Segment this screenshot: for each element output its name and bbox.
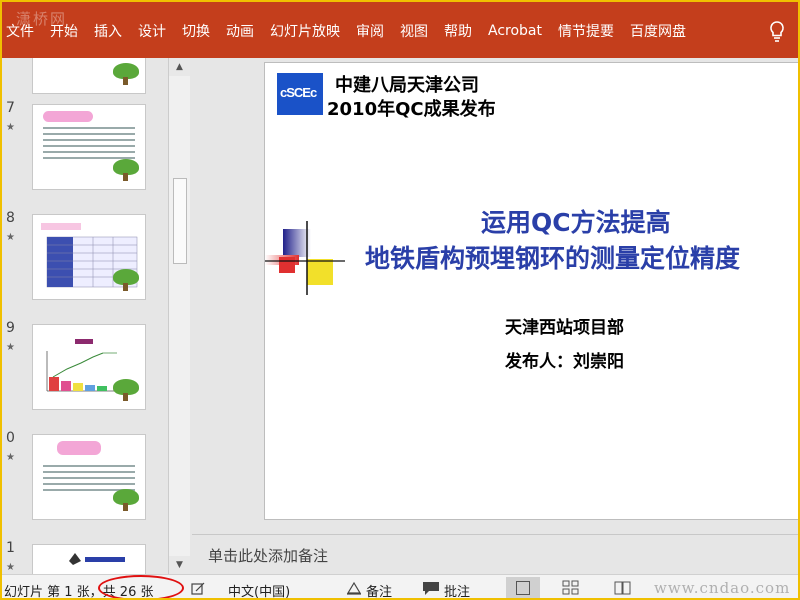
slide-thumbnail[interactable]: [32, 324, 146, 410]
reading-view-icon: [614, 581, 631, 595]
slide-editor: cSCEc 中建八局天津公司 2010年QC成果发布 运用QC方法提高 地铁盾构…: [192, 58, 798, 534]
ribbon-tab[interactable]: Acrobat: [480, 23, 550, 39]
ribbon-tab[interactable]: 审阅: [348, 21, 392, 41]
thumbnail-graphic: [69, 553, 125, 565]
logo-text: cSCEc: [280, 85, 317, 100]
thumbnail-heading-pill: [57, 441, 101, 455]
slide-sorter-icon: [562, 580, 579, 595]
tree-image: [111, 379, 141, 401]
slide-thumbnail[interactable]: [32, 214, 146, 300]
tree-image: [111, 159, 141, 181]
slide-thumbnail[interactable]: [32, 434, 146, 520]
slide-sorter-button[interactable]: [554, 577, 588, 598]
reading-view-button[interactable]: [606, 577, 640, 598]
department-text[interactable]: 天津西站项目部: [505, 313, 624, 338]
animation-star-icon: ★: [6, 232, 15, 243]
comments-button[interactable]: 批注: [444, 581, 470, 598]
tree-image: [111, 63, 141, 85]
slide-number: 9: [6, 320, 15, 336]
notes-placeholder[interactable]: 单击此处添加备注: [208, 545, 328, 566]
slide-thumbnail[interactable]: [32, 544, 146, 574]
ribbon-tab[interactable]: 帮助: [436, 21, 480, 41]
slide-number: 7: [6, 100, 15, 116]
company-name[interactable]: 中建八局天津公司: [335, 71, 479, 97]
slide-title-line2[interactable]: 地铁盾构预埋钢环的测量定位精度: [365, 239, 740, 275]
slide-thumbnail-panel: 7 ★ 8 ★ 9 ★ 0 ★ 1 ★: [2, 58, 168, 574]
ribbon-tab[interactable]: 动画: [218, 21, 262, 41]
tree-image: [111, 489, 141, 511]
thumbnail-text-lines: [43, 127, 135, 163]
ribbon-tab[interactable]: 开始: [42, 21, 86, 41]
notes-pane[interactable]: 单击此处添加备注: [192, 534, 798, 574]
spellcheck-icon[interactable]: [190, 580, 206, 596]
scrollbar-thumb[interactable]: [173, 178, 187, 264]
slide-number: 1: [6, 540, 15, 556]
animation-star-icon: ★: [6, 122, 15, 133]
highlight-circle: [98, 575, 184, 598]
powerpoint-window: 潇桥网 文件 开始 插入 设计 切换 动画 幻灯片放映 审阅 视图 帮助 Acrobat 情节提要 百度…: [0, 0, 800, 600]
ribbon-tab[interactable]: 百度网盘: [622, 21, 694, 41]
scroll-down-arrow-icon[interactable]: ▼: [169, 556, 190, 574]
normal-view-icon: [516, 581, 530, 595]
slide-subtitle[interactable]: 2010年QC成果发布: [327, 95, 496, 121]
presenter-text[interactable]: 发布人：刘崇阳: [505, 347, 624, 372]
thumbnail-scrollbar[interactable]: ▲ ▼: [168, 58, 190, 574]
tell-me-lightbulb-icon[interactable]: [768, 20, 786, 44]
notes-icon: [346, 581, 362, 595]
scroll-up-arrow-icon[interactable]: ▲: [169, 58, 190, 76]
animation-star-icon: ★: [6, 562, 15, 573]
animation-star-icon: ★: [6, 452, 15, 463]
ribbon-tab[interactable]: 插入: [86, 21, 130, 41]
slide-thumbnail[interactable]: [32, 58, 146, 94]
slide-number: 8: [6, 210, 15, 226]
decorative-squares: [265, 221, 345, 295]
slide-title-line1[interactable]: 运用QC方法提高: [481, 203, 671, 239]
site-watermark-bottom: www.cndao.com: [654, 579, 791, 597]
ribbon-tabs: 文件 开始 插入 设计 切换 动画 幻灯片放映 审阅 视图 帮助 Acrobat 情节提要 百度网盘: [2, 18, 694, 44]
company-logo: cSCEc: [277, 73, 323, 115]
status-bar: 幻灯片 第 1 张，共 26 张 中文(中国) 备注 批注 www.cndao.…: [2, 574, 798, 598]
ribbon-tab[interactable]: 视图: [392, 21, 436, 41]
comments-icon: [423, 582, 439, 595]
ribbon-tab[interactable]: 幻灯片放映: [262, 21, 348, 41]
ribbon-tab[interactable]: 情节提要: [550, 21, 622, 41]
thumbnail-heading-pill: [43, 111, 93, 122]
animation-star-icon: ★: [6, 342, 15, 353]
slide-thumbnail[interactable]: [32, 104, 146, 190]
notes-button[interactable]: 备注: [366, 581, 392, 598]
ribbon-tab[interactable]: 设计: [130, 21, 174, 41]
current-slide[interactable]: cSCEc 中建八局天津公司 2010年QC成果发布 运用QC方法提高 地铁盾构…: [264, 62, 798, 520]
normal-view-button[interactable]: [506, 577, 540, 598]
tree-image: [111, 269, 141, 291]
language-indicator[interactable]: 中文(中国): [228, 581, 290, 598]
ribbon-tab-bar: 潇桥网 文件 开始 插入 设计 切换 动画 幻灯片放映 审阅 视图 帮助 Acrobat 情节提要 百度…: [2, 2, 798, 58]
ribbon-tab[interactable]: 文件: [2, 21, 42, 41]
slide-number: 0: [6, 430, 15, 446]
ribbon-tab[interactable]: 切换: [174, 21, 218, 41]
